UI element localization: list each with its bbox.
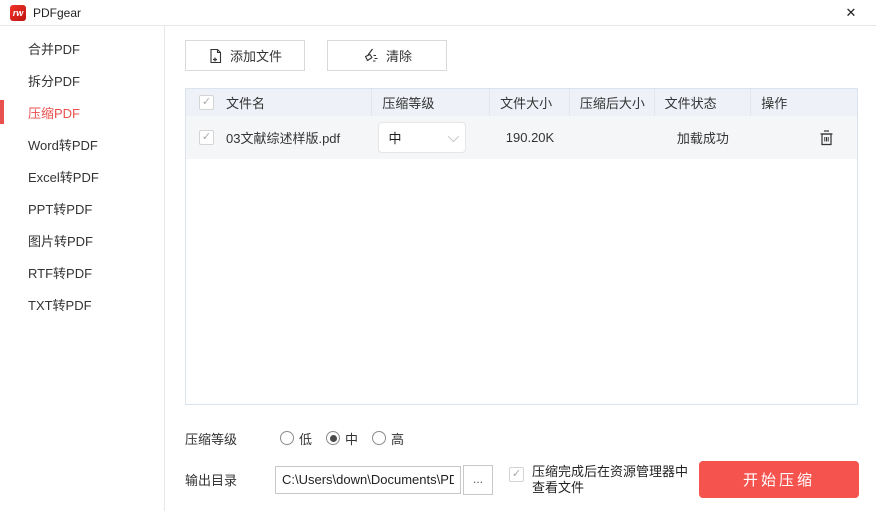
- row-filename-cell: ✓ 03文献综述样版.pdf: [186, 116, 372, 159]
- radio-low-label: 低: [299, 429, 312, 448]
- open-in-explorer-option[interactable]: ✓ 压缩完成后在资源管理器中查看文件: [509, 464, 697, 496]
- delete-button[interactable]: [818, 129, 835, 147]
- sidebar-item-label: 压缩PDF: [28, 103, 80, 122]
- clear-broom-icon: [362, 48, 379, 63]
- trash-icon: [818, 129, 835, 147]
- sidebar: 合并PDF 拆分PDF 压缩PDF Word转PDF Excel转PDF PPT…: [0, 26, 165, 511]
- compress-level-dropdown[interactable]: 中: [378, 122, 466, 153]
- dropdown-value: 中: [388, 128, 448, 147]
- sidebar-item-label: RTF转PDF: [28, 263, 92, 282]
- close-icon[interactable]: ✕: [836, 1, 866, 25]
- sidebar-item-label: 合并PDF: [28, 39, 80, 58]
- row-operation-cell: [751, 116, 857, 159]
- active-indicator: [0, 100, 4, 124]
- app-title: PDFgear: [33, 6, 81, 20]
- header-filename-label: 文件名: [226, 93, 265, 112]
- toolbar: 添加文件 清除: [185, 40, 859, 71]
- app-logo-icon: rw: [10, 5, 26, 21]
- sidebar-item-rtf-to-pdf[interactable]: RTF转PDF: [0, 256, 164, 288]
- sidebar-item-ppt-to-pdf[interactable]: PPT转PDF: [0, 192, 164, 224]
- sidebar-item-label: 图片转PDF: [28, 231, 93, 250]
- radio-medium-label: 中: [345, 429, 358, 448]
- clear-button[interactable]: 清除: [327, 40, 447, 71]
- sidebar-item-merge-pdf[interactable]: 合并PDF: [0, 32, 164, 64]
- header-filename: ✓ 文件名: [186, 89, 372, 116]
- chevron-down-icon: [448, 130, 459, 141]
- row-filename: 03文献综述样版.pdf: [226, 128, 340, 147]
- main-panel: 添加文件 清除 ✓ 文件名 压缩等级 文件大小 压缩后大小: [165, 26, 876, 511]
- header-compress-level: 压缩等级: [372, 89, 490, 116]
- sidebar-item-compress-pdf[interactable]: 压缩PDF: [0, 96, 164, 128]
- sidebar-item-excel-to-pdf[interactable]: Excel转PDF: [0, 160, 164, 192]
- sidebar-item-label: 拆分PDF: [28, 71, 80, 90]
- table-header: ✓ 文件名 压缩等级 文件大小 压缩后大小 文件状态 操作: [186, 89, 857, 116]
- app-body: 合并PDF 拆分PDF 压缩PDF Word转PDF Excel转PDF PPT…: [0, 26, 876, 511]
- explorer-checkbox-label: 压缩完成后在资源管理器中查看文件: [532, 464, 697, 496]
- compression-level-label: 压缩等级: [185, 429, 280, 448]
- compression-level-row: 压缩等级 低 中 高: [185, 428, 859, 448]
- clear-label: 清除: [386, 46, 412, 65]
- table-row: ✓ 03文献综述样版.pdf 中 190.20K 加载成功: [186, 116, 857, 159]
- radio-medium-circle: [326, 431, 340, 445]
- sidebar-item-label: Excel转PDF: [28, 167, 99, 186]
- row-level-cell: 中: [372, 116, 490, 159]
- sidebar-item-label: TXT转PDF: [28, 295, 92, 314]
- radio-low-circle: [280, 431, 294, 445]
- header-operation: 操作: [751, 89, 857, 116]
- add-file-icon: [208, 48, 223, 64]
- sidebar-item-txt-to-pdf[interactable]: TXT转PDF: [0, 288, 164, 320]
- title-bar: rw PDFgear ✕: [0, 0, 876, 26]
- sidebar-item-word-to-pdf[interactable]: Word转PDF: [0, 128, 164, 160]
- table-empty-area: [186, 159, 857, 404]
- row-compressed-size: [570, 116, 655, 159]
- sidebar-item-label: PPT转PDF: [28, 199, 92, 218]
- header-compressed-size: 压缩后大小: [570, 89, 655, 116]
- header-file-status: 文件状态: [655, 89, 752, 116]
- radio-high-circle: [372, 431, 386, 445]
- row-checkbox[interactable]: ✓: [199, 130, 214, 145]
- sidebar-item-split-pdf[interactable]: 拆分PDF: [0, 64, 164, 96]
- sidebar-item-image-to-pdf[interactable]: 图片转PDF: [0, 224, 164, 256]
- row-size: 190.20K: [490, 116, 570, 159]
- output-path-input[interactable]: [275, 466, 461, 494]
- radio-low[interactable]: 低: [280, 429, 312, 448]
- radio-high[interactable]: 高: [372, 429, 404, 448]
- add-file-label: 添加文件: [230, 46, 282, 65]
- add-file-button[interactable]: 添加文件: [185, 40, 305, 71]
- file-table: ✓ 文件名 压缩等级 文件大小 压缩后大小 文件状态 操作 ✓ 03文献综述样版…: [185, 88, 858, 405]
- header-file-size: 文件大小: [490, 89, 570, 116]
- start-compress-button[interactable]: 开始压缩: [699, 461, 859, 498]
- compression-radio-group: 低 中 高: [280, 429, 404, 448]
- output-directory-label: 输出目录: [185, 470, 275, 489]
- radio-high-label: 高: [391, 429, 404, 448]
- explorer-checkbox[interactable]: ✓: [509, 467, 524, 482]
- sidebar-item-label: Word转PDF: [28, 135, 98, 154]
- browse-button[interactable]: ...: [463, 465, 493, 495]
- output-directory-row: 输出目录 ... ✓ 压缩完成后在资源管理器中查看文件 开始压缩: [185, 461, 859, 498]
- select-all-checkbox[interactable]: ✓: [199, 95, 214, 110]
- row-status: 加载成功: [655, 116, 752, 159]
- radio-medium[interactable]: 中: [326, 429, 358, 448]
